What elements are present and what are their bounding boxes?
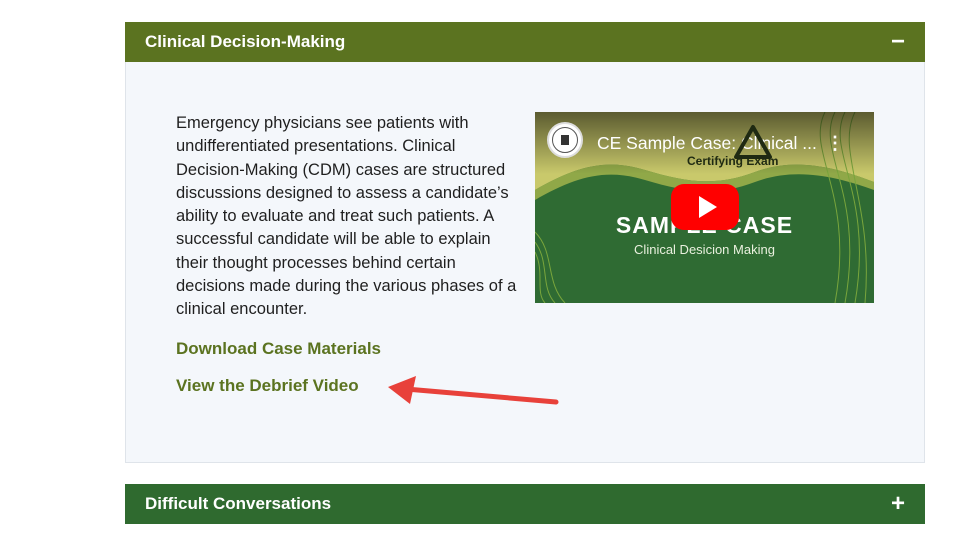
youtube-play-icon[interactable] — [671, 184, 739, 230]
video-title[interactable]: CE Sample Case: Clinical ... — [597, 133, 817, 154]
collapse-icon[interactable]: − — [891, 30, 905, 54]
video-embed[interactable]: CE Sample Case: Clinical ... ⋮ Certifyin… — [535, 112, 874, 303]
expand-icon[interactable]: + — [891, 492, 905, 516]
description-text: Emergency physicians see patients with u… — [176, 114, 517, 319]
accordion-header-difficult-conversations[interactable]: Difficult Conversations + — [125, 484, 925, 524]
accordion-header-clinical-decision-making[interactable]: Clinical Decision-Making − — [125, 22, 925, 62]
more-options-icon[interactable]: ⋮ — [826, 133, 844, 154]
download-case-materials-link[interactable]: Download Case Materials — [176, 339, 381, 359]
video-subheading: Clinical Desicion Making — [634, 242, 775, 257]
certifying-exam-badge: Certifying Exam — [687, 154, 779, 168]
abem-logo-icon — [547, 122, 583, 158]
accordion-title: Difficult Conversations — [145, 494, 332, 513]
accordion-title: Clinical Decision-Making — [145, 32, 346, 51]
red-arrow-annotation — [388, 376, 559, 405]
view-debrief-video-link[interactable]: View the Debrief Video — [176, 376, 359, 396]
